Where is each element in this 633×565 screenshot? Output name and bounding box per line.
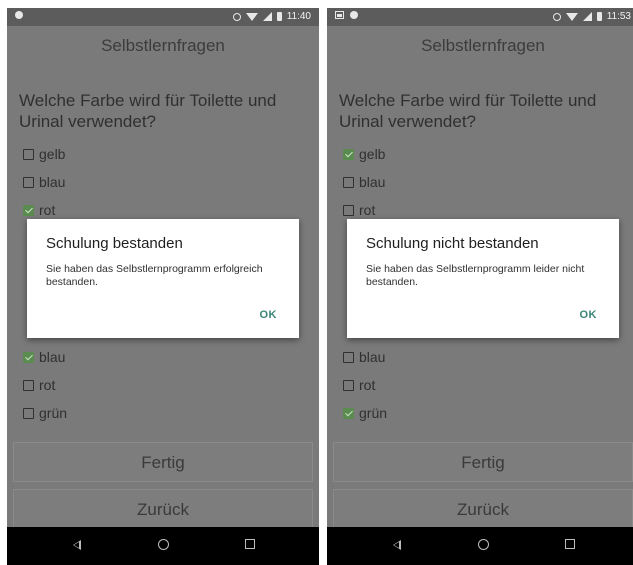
dialog-title: Schulung bestanden [46,235,183,252]
option-gruen[interactable]: grün [343,403,387,423]
checkbox-checked[interactable] [343,148,354,160]
option-rot[interactable]: rot [23,375,55,395]
clock: 11:53 [606,11,631,22]
ok-button[interactable]: OK [580,309,598,321]
checkbox[interactable] [343,379,354,391]
checkbox-checked[interactable] [23,204,34,216]
status-bar: 11:53 [327,8,633,26]
option-gruen[interactable]: grün [23,403,67,423]
dialog-title: Schulung nicht bestanden [366,235,539,252]
done-button[interactable]: Fertig [333,442,633,482]
nav-back-icon[interactable] [393,540,401,550]
wifi-icon [245,12,258,21]
checkbox[interactable] [343,204,354,216]
dialog-message: Sie haben das Selbstlernprogramm erfolgr… [46,263,263,288]
option-rot[interactable]: rot [343,375,375,395]
back-button[interactable]: Zurück [333,489,633,529]
checkbox[interactable] [23,407,34,419]
navigation-bar [7,527,319,565]
checkbox-checked[interactable] [343,407,354,419]
option-blau[interactable]: blau [343,347,385,367]
checkbox[interactable] [23,379,34,391]
alarm-icon [552,12,561,21]
dialog-message: Sie haben das Selbstlernprogramm leider … [366,263,585,288]
question-text: Welche Farbe wird für Toilette und Urina… [339,91,597,131]
nav-recents-icon[interactable] [565,539,575,549]
wifi-icon [565,12,578,21]
checkbox-checked[interactable] [23,351,34,363]
notification-dot-icon [15,11,23,19]
signal-icon [582,12,592,21]
page-title: Selbstlernfragen [421,36,545,55]
option-blau[interactable]: blau [23,172,65,192]
option-blau[interactable]: blau [23,347,65,367]
nav-home-icon[interactable] [478,539,489,550]
battery-icon [276,12,282,21]
done-button[interactable]: Fertig [13,442,313,482]
back-button[interactable]: Zurück [13,489,313,529]
phone-screen-passed: 11:40 Selbstlernfragen Welche Farbe wird… [7,8,319,565]
page-title: Selbstlernfragen [101,36,225,55]
clock: 11:40 [286,11,311,22]
image-notification-icon [335,11,344,19]
option-rot[interactable]: rot [343,200,375,220]
result-dialog: Schulung bestanden Sie haben das Selbstl… [27,219,299,338]
option-blau[interactable]: blau [343,172,385,192]
alarm-icon [232,12,241,21]
nav-recents-icon[interactable] [245,539,255,549]
option-rot[interactable]: rot [23,200,55,220]
option-gelb[interactable]: gelb [23,144,65,164]
checkbox[interactable] [343,351,354,363]
nav-back-icon[interactable] [73,540,81,550]
question-text: Welche Farbe wird für Toilette und Urina… [19,91,277,131]
navigation-bar [327,527,633,565]
signal-icon [262,12,272,21]
checkbox[interactable] [23,176,34,188]
ok-button[interactable]: OK [260,309,278,321]
nav-home-icon[interactable] [158,539,169,550]
option-gelb[interactable]: gelb [343,144,385,164]
checkbox[interactable] [23,148,34,160]
result-dialog: Schulung nicht bestanden Sie haben das S… [347,219,619,338]
battery-icon [596,12,602,21]
status-bar: 11:40 [7,8,319,26]
phone-screen-failed: 11:53 Selbstlernfragen Welche Farbe wird… [327,8,633,565]
notification-dot-icon [350,11,358,19]
checkbox[interactable] [343,176,354,188]
